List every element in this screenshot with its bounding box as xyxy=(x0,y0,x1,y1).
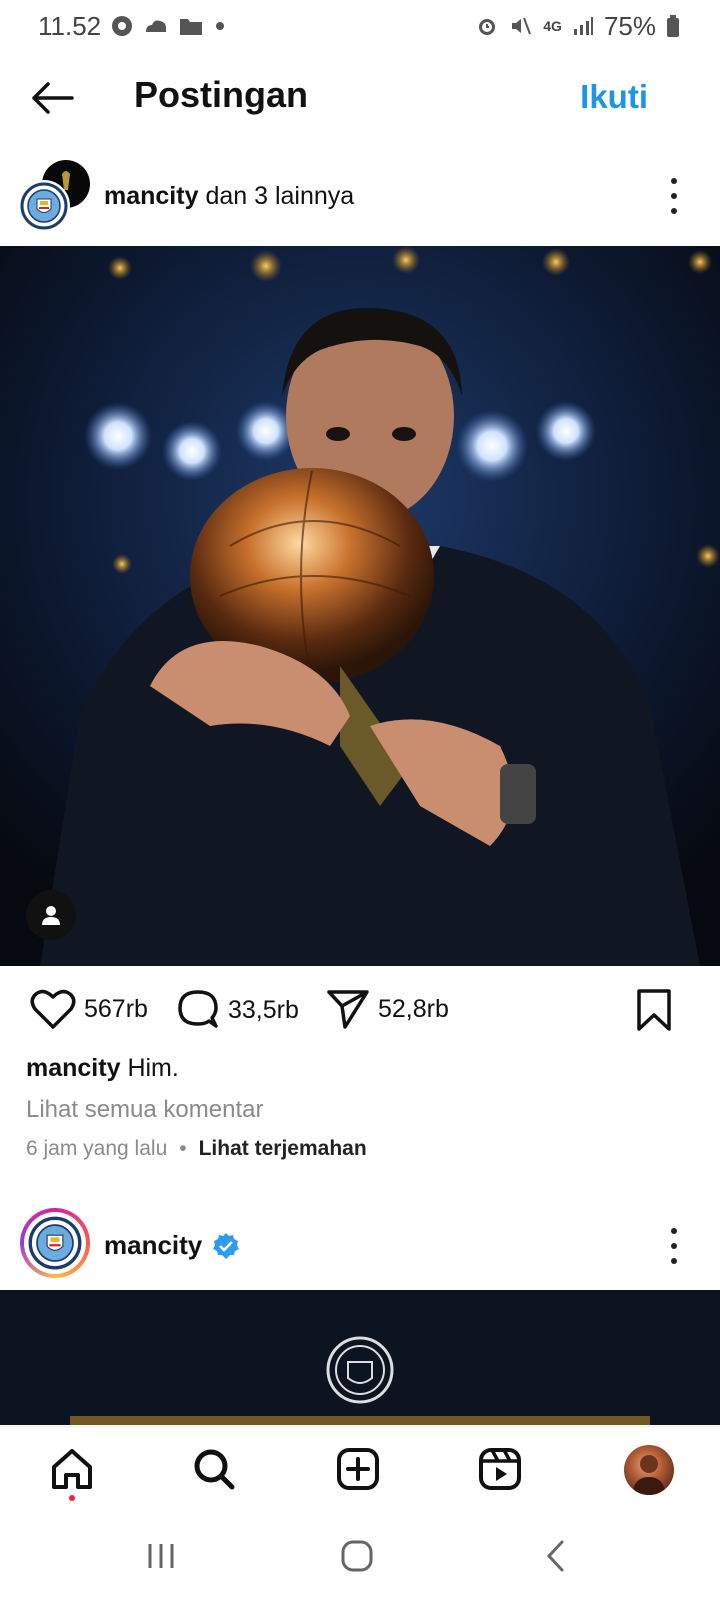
home-notification-dot xyxy=(69,1495,75,1501)
search-icon xyxy=(194,1449,235,1490)
back-chevron-icon xyxy=(546,1540,564,1572)
mute-icon xyxy=(512,17,532,35)
share-action[interactable]: 52,8rb xyxy=(326,988,449,1030)
nav-profile-avatar[interactable] xyxy=(624,1445,674,1495)
more-dot-icon xyxy=(671,208,677,214)
post-caption: mancity Him. xyxy=(26,1054,179,1083)
comment-action[interactable]: 33,5rb xyxy=(176,988,299,1032)
coauthors-text[interactable]: dan 3 lainnya xyxy=(205,182,354,210)
bookmark-icon xyxy=(637,989,671,1031)
app-header: Postingan Ikuti xyxy=(0,58,720,138)
comment-count[interactable]: 33,5rb xyxy=(228,996,299,1025)
more-dot-icon xyxy=(671,193,677,199)
bottom-nav xyxy=(0,1426,720,1514)
post-photo xyxy=(0,246,720,966)
status-bar: 11.52 4G 75% xyxy=(0,0,720,52)
status-left: 11.52 xyxy=(38,11,227,42)
home-icon xyxy=(52,1449,92,1489)
battery-percent: 75% xyxy=(603,10,656,41)
post2-avatar xyxy=(24,1212,86,1274)
profile-photo xyxy=(632,1455,666,1495)
verified-badge-icon xyxy=(213,1232,240,1259)
create-icon xyxy=(337,1448,379,1490)
caption-username[interactable]: mancity xyxy=(26,1054,120,1082)
post2-image[interactable] xyxy=(0,1290,720,1425)
recent-apps-icon xyxy=(148,1544,174,1568)
post-image[interactable] xyxy=(0,246,720,966)
cloud-icon xyxy=(146,20,167,32)
post-options-button[interactable] xyxy=(668,178,680,214)
tagged-people-button[interactable] xyxy=(26,890,76,940)
dot-icon xyxy=(216,22,225,30)
system-nav-bar xyxy=(0,1514,720,1600)
status-time: 11.52 xyxy=(38,10,102,41)
post-timestamp: 6 jam yang lalu xyxy=(26,1137,168,1160)
mancity-crest-icon xyxy=(20,182,68,230)
separator-dot: • xyxy=(179,1137,187,1160)
nav-reels[interactable] xyxy=(476,1445,524,1493)
post-meta: 6 jam yang lalu • Lihat terjemahan xyxy=(26,1137,367,1161)
more-dot-icon xyxy=(671,1243,677,1249)
nav-search[interactable] xyxy=(190,1445,238,1493)
chrome-icon xyxy=(112,16,133,36)
post2-header: mancity xyxy=(0,1208,720,1284)
person-icon xyxy=(42,906,60,925)
more-dot-icon xyxy=(671,1258,677,1264)
home-circle-icon xyxy=(341,1540,373,1572)
page-title: Postingan xyxy=(134,74,309,115)
post-header: mancity dan 3 lainnya xyxy=(0,158,720,242)
post2-author-name[interactable]: mancity xyxy=(104,1230,202,1261)
alarm-icon xyxy=(479,19,496,35)
save-button[interactable] xyxy=(634,988,674,1032)
folder-icon xyxy=(180,19,203,35)
signal-icon xyxy=(573,17,593,35)
like-action[interactable]: 567rb xyxy=(30,988,148,1030)
back-button[interactable] xyxy=(28,76,76,120)
mancity-crest-icon xyxy=(28,1216,82,1270)
nav-create[interactable] xyxy=(334,1445,382,1493)
system-back-button[interactable] xyxy=(544,1536,568,1576)
more-dot-icon xyxy=(671,178,677,184)
post2-photo xyxy=(0,1290,720,1425)
back-arrow-icon xyxy=(32,82,74,114)
post2-avatar-story-ring[interactable] xyxy=(20,1208,90,1278)
more-dot-icon xyxy=(671,1228,677,1234)
like-count[interactable]: 567rb xyxy=(84,995,148,1024)
post-author-line[interactable]: mancity dan 3 lainnya xyxy=(104,182,354,211)
system-home-button[interactable] xyxy=(340,1536,374,1576)
share-count[interactable]: 52,8rb xyxy=(378,995,449,1024)
comment-icon xyxy=(178,990,218,1028)
post-author-name[interactable]: mancity xyxy=(104,182,198,210)
post2-author[interactable]: mancity xyxy=(104,1230,240,1261)
status-right: 4G 75% xyxy=(475,11,680,42)
view-all-comments-link[interactable]: Lihat semua komentar xyxy=(26,1096,263,1124)
mancity-avatar xyxy=(18,180,70,232)
recent-apps-button[interactable] xyxy=(146,1536,176,1576)
heart-icon xyxy=(30,989,76,1029)
follow-button[interactable]: Ikuti xyxy=(580,78,648,116)
network-label: 4G xyxy=(543,18,562,34)
author-avatar-stack[interactable] xyxy=(18,158,96,236)
caption-text: Him. xyxy=(127,1054,179,1082)
see-translation-link[interactable]: Lihat terjemahan xyxy=(199,1137,367,1161)
nav-home[interactable] xyxy=(48,1445,96,1493)
post-actions: 567rb 33,5rb 52,8rb xyxy=(0,982,720,1042)
post2-options-button[interactable] xyxy=(668,1228,680,1264)
reels-icon xyxy=(479,1448,521,1490)
battery-icon xyxy=(667,15,679,37)
send-icon xyxy=(327,990,369,1029)
